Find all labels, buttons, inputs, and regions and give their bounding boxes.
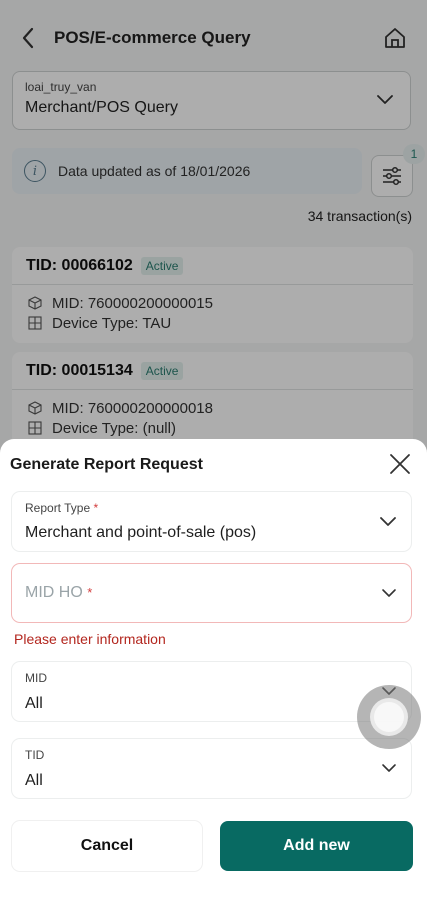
report-type-value: Merchant and point-of-sale (pos): [25, 524, 257, 541]
chevron-down-icon: [380, 517, 396, 526]
report-type-label: Report Type *: [25, 501, 99, 515]
mid-ho-select[interactable]: MID HO *: [12, 564, 411, 622]
close-icon: [390, 454, 410, 474]
mid-label: MID: [25, 671, 47, 685]
tid-value: All: [25, 772, 43, 789]
report-type-select[interactable]: Report Type * Merchant and point-of-sale…: [12, 492, 411, 551]
mid-select[interactable]: MID All: [12, 662, 411, 721]
cancel-button[interactable]: Cancel: [12, 821, 202, 871]
mid-ho-placeholder: MID HO *: [25, 584, 93, 601]
mid-ho-error: Please enter information: [14, 631, 166, 647]
sheet-title: Generate Report Request: [10, 456, 203, 473]
assistive-touch-icon: [370, 698, 408, 736]
assistive-touch-button[interactable]: [357, 685, 421, 749]
chevron-down-icon: [382, 764, 396, 772]
tid-select[interactable]: TID All: [12, 739, 411, 798]
chevron-down-icon: [382, 589, 396, 597]
tid-label: TID: [25, 748, 45, 762]
mid-value: All: [25, 695, 43, 712]
add-new-button[interactable]: Add new: [220, 821, 413, 871]
close-button[interactable]: [389, 453, 411, 475]
